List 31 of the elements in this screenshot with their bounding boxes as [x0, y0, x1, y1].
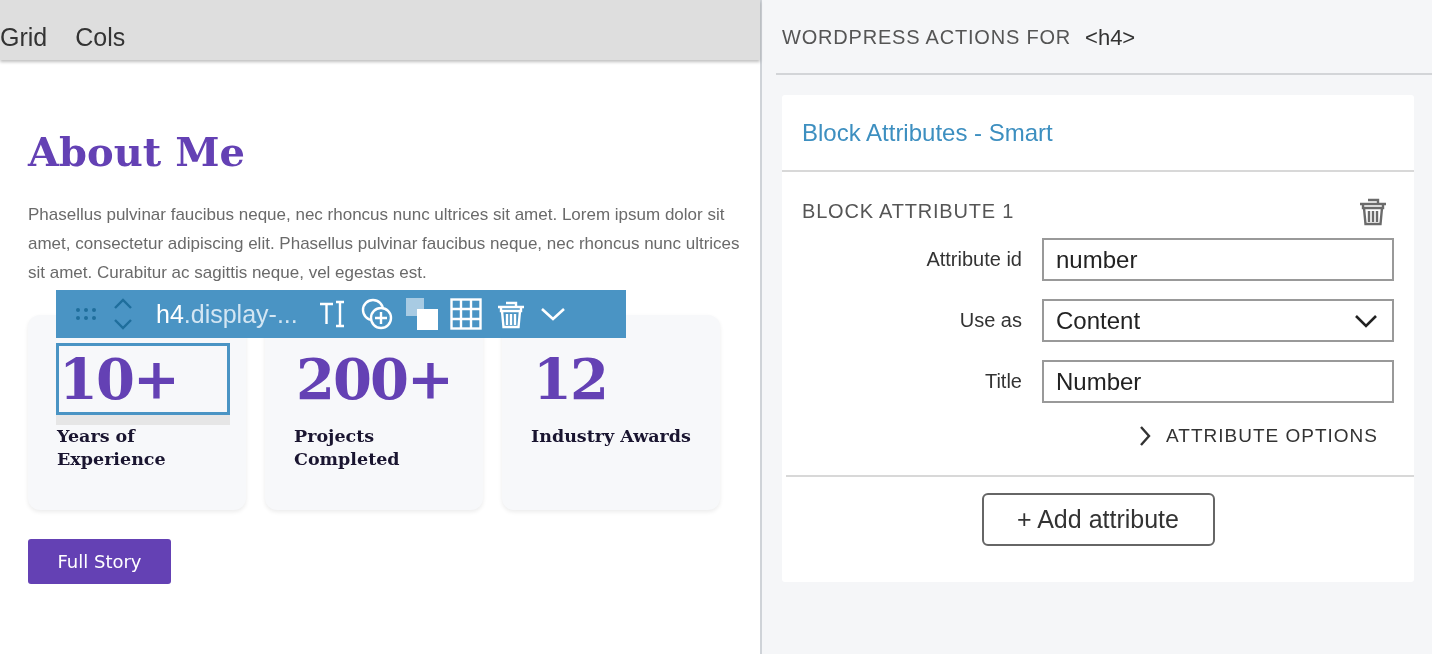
chevron-down-icon[interactable]	[539, 306, 566, 322]
grid-icon[interactable]	[449, 298, 482, 330]
element-tag: <h4>	[1085, 24, 1136, 51]
block-class-name: .display-...	[183, 299, 298, 329]
move-up-down-icon[interactable]	[112, 296, 134, 332]
stat-number: 10+	[59, 346, 178, 412]
stat-number: 200+	[296, 346, 452, 412]
add-attribute-button[interactable]: + Add attribute	[981, 493, 1215, 546]
stat-label: Industry Awards	[531, 425, 691, 448]
panel-header: WORDPRESS ACTIONS FOR	[782, 26, 1072, 49]
chevron-down-icon	[1354, 313, 1378, 328]
field-label: Title	[984, 370, 1022, 393]
field-label: Use as	[959, 309, 1022, 332]
card-title: Block Attributes - Smart	[802, 118, 1053, 147]
stat-number: 12	[533, 346, 607, 412]
field-label: Attribute id	[926, 248, 1022, 271]
stat-label: Projects Completed	[294, 425, 401, 471]
add-circle-icon[interactable]	[359, 297, 394, 331]
section-title: BLOCK ATTRIBUTE 1	[802, 199, 1015, 223]
input-field[interactable]: number	[1042, 238, 1394, 281]
block-tag: h4	[156, 299, 184, 329]
attribute-options-toggle[interactable]: ATTRIBUTE OPTIONS	[1136, 425, 1378, 447]
intro-paragraph: Phasellus pulvinar faucibus neque, nec rhoncus nunc ultrices sit amet. Lorem ipsum dolor sit amet, consectetur adipiscing elit. Phasellus pulvinar faucibus neque, nec rhoncus nunc ultrices sit amet. Curabitur ac sagittis neque, vel egestas est.	[28, 204, 741, 284]
stat-label: Years of Experience	[57, 425, 167, 471]
page-heading: About Me	[28, 130, 246, 174]
menu-item[interactable]: Cols	[75, 23, 126, 52]
full-story-button[interactable]: Full Story	[28, 539, 171, 584]
input-field[interactable]: Number	[1042, 360, 1394, 403]
overlapping-squares-icon[interactable]	[405, 298, 438, 330]
menu-item[interactable]: Grid	[0, 23, 48, 52]
use-as-dropdown[interactable]: Content	[1042, 299, 1394, 342]
